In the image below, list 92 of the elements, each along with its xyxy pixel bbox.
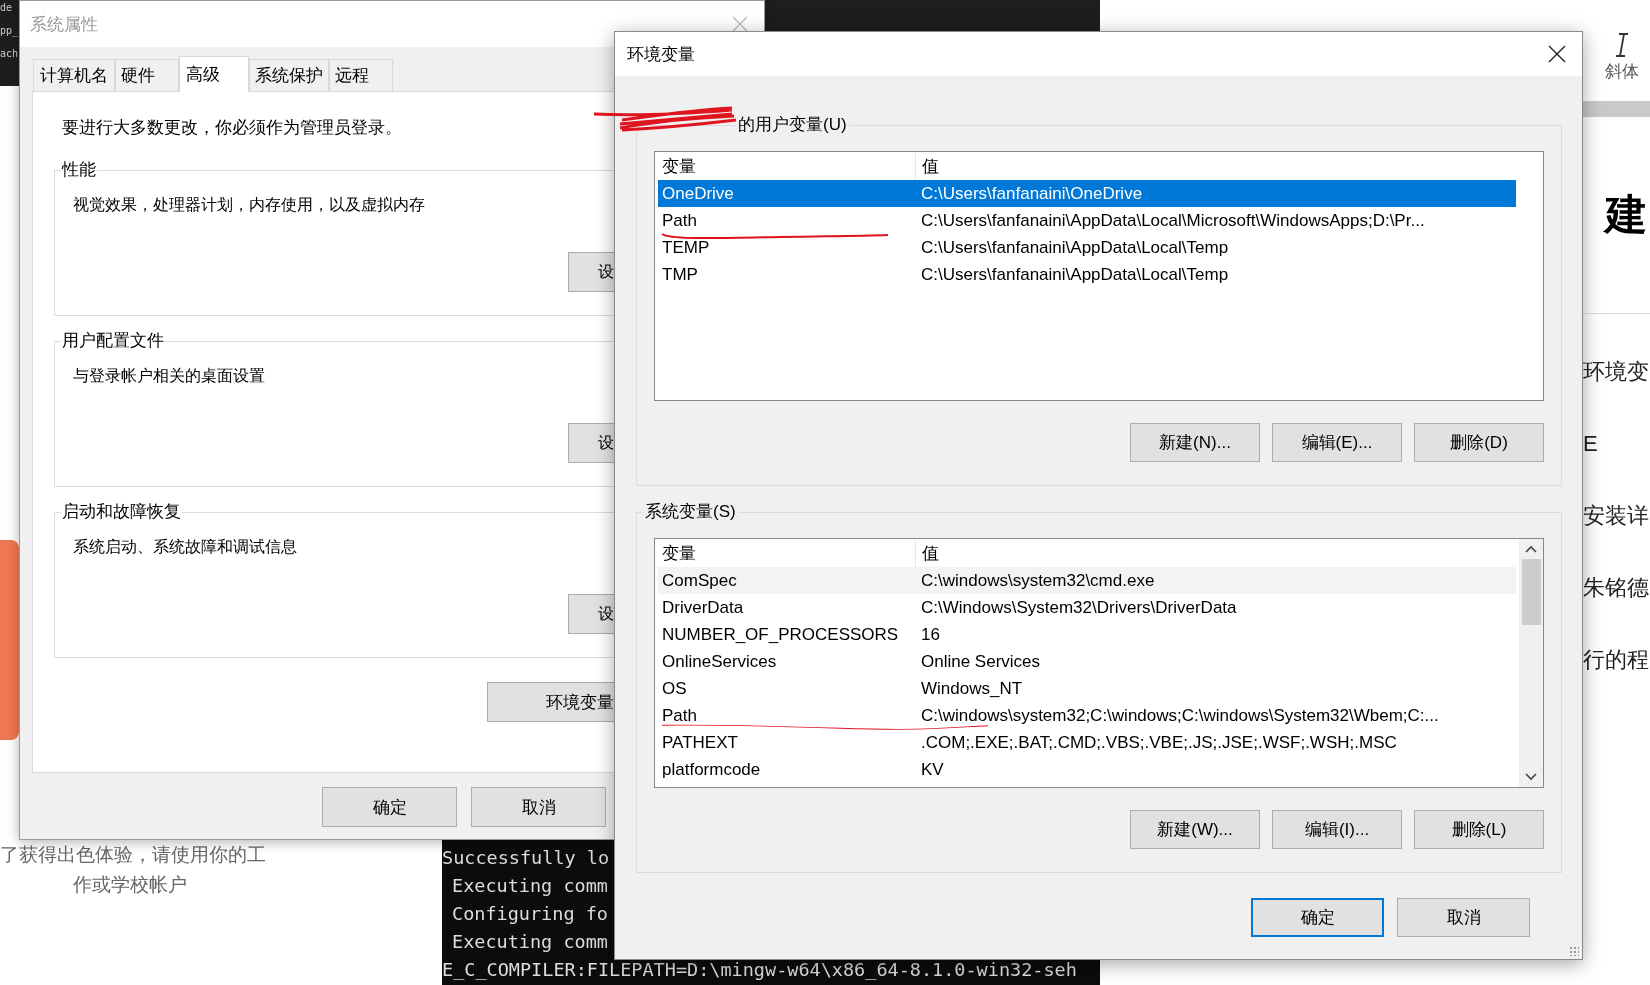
variable-name: platformcode xyxy=(661,759,762,780)
terminal-text: ach xyxy=(0,48,19,59)
variable-row[interactable]: DriverData C:\Windows\System32\Drivers\DriverData xyxy=(658,594,1516,621)
group-title: 启动和故障恢复 xyxy=(61,500,182,523)
close-icon[interactable] xyxy=(1548,45,1566,63)
variable-value: C:\Users\fanfanaini\AppData\Local\Temp xyxy=(920,264,1229,285)
notice-text: 要进行大多数更改，你必须作为管理员登录。 xyxy=(61,117,403,139)
variable-row[interactable]: PATHEXT .COM;.EXE;.BAT;.CMD;.VBS;.VBE;.JS;.JSE;.WSF;.WSH;.MSC xyxy=(658,729,1516,756)
group-title: 性能 xyxy=(61,158,97,181)
variable-name: OnlineServices xyxy=(661,651,778,672)
page-text: 作或学校帐户 xyxy=(72,873,188,897)
group-title: 的用户变量(U) xyxy=(736,113,849,136)
variable-value: Online Services xyxy=(920,651,1041,672)
variable-value: .COM;.EXE;.BAT;.CMD;.VBS;.VBE;.JS;.JSE;.WSF;.WSH;.MSC xyxy=(920,732,1397,753)
list-action-button[interactable]: 编辑(I)... xyxy=(1272,810,1402,849)
variable-row[interactable]: OnlineServices Online Services xyxy=(658,648,1516,675)
dialog-button[interactable]: 确定 xyxy=(322,787,457,827)
variable-value: C:\Users\fanfanaini\OneDrive xyxy=(920,183,1143,204)
terminal-line: Executing comm xyxy=(451,930,609,954)
variable-name: Path xyxy=(661,705,698,726)
article-text: 安装详 xyxy=(1583,502,1649,530)
column-header[interactable]: 值 xyxy=(916,155,939,178)
scroll-down-icon[interactable] xyxy=(1525,773,1537,781)
group-title: 用户配置文件 xyxy=(61,329,165,352)
list-action-button[interactable]: 新建(N)... xyxy=(1130,423,1260,462)
settings-button[interactable]: 设 xyxy=(568,594,614,634)
list-action-button[interactable]: 删除(D) xyxy=(1414,423,1544,462)
scrollbar[interactable] xyxy=(1519,539,1543,787)
tab[interactable]: 高级 xyxy=(179,56,249,92)
variable-name: ComSpec xyxy=(661,570,738,591)
variable-name: Path xyxy=(661,210,698,231)
article-text: 行的程 xyxy=(1583,646,1649,674)
terminal-line: Configuring fo xyxy=(451,902,609,926)
window-title: 环境变量 xyxy=(627,43,695,66)
tab[interactable]: 硬件 xyxy=(115,59,179,91)
dialog-button[interactable]: 取消 xyxy=(471,787,606,827)
variable-value: C:\Users\fanfanaini\AppData\Local\Microsoft\WindowsApps;D:\Pr... xyxy=(920,210,1425,231)
dialog-button[interactable]: 确定 xyxy=(1251,898,1384,937)
variable-row[interactable]: platformcode KV xyxy=(658,756,1516,783)
variable-name: TEMP xyxy=(661,237,711,258)
environment-variables-button[interactable]: 环境变量 xyxy=(487,682,614,722)
terminal-line: E_C_COMPILER:FILEPATH=D:\mingw-w64\x86_64-8.1.0-win32-seh xyxy=(442,958,1078,982)
variable-name: NUMBER_OF_PROCESSORS xyxy=(661,624,900,645)
terminal-text: pp_ xyxy=(0,25,19,36)
scroll-up-icon[interactable] xyxy=(1525,545,1537,553)
variable-row[interactable]: TMP C:\Users\fanfanaini\AppData\Local\Temp xyxy=(658,261,1516,288)
article-text: 朱铭德 xyxy=(1583,574,1649,602)
variable-row[interactable]: ComSpec C:\windows\system32\cmd.exe xyxy=(658,567,1516,594)
italic-icon xyxy=(1614,32,1630,58)
group-description: 与登录帐户相关的桌面设置 xyxy=(73,366,266,386)
variable-value: 16 xyxy=(920,624,940,645)
variable-name: OneDrive xyxy=(661,183,735,204)
variable-value: KV xyxy=(920,759,944,780)
article-text: E xyxy=(1583,430,1598,458)
italic-button[interactable]: 斜体 xyxy=(1600,32,1644,83)
resize-grip-icon[interactable] xyxy=(1569,946,1579,956)
variable-value: C:\windows\system32\cmd.exe xyxy=(920,570,1155,591)
variable-row[interactable]: Path C:\windows\system32;C:\windows;C:\windows\System32\Wbem;C:... xyxy=(658,702,1516,729)
list-action-button[interactable]: 编辑(E)... xyxy=(1272,423,1402,462)
variable-value: C:\windows\system32;C:\windows;C:\windows\System32\Wbem;C:... xyxy=(920,705,1439,726)
settings-button[interactable]: 设 xyxy=(568,423,614,463)
variable-row[interactable]: Path C:\Users\fanfanaini\AppData\Local\Microsoft\WindowsApps;D:\Pr... xyxy=(658,207,1516,234)
variable-value: C:\Users\fanfanaini\AppData\Local\Temp xyxy=(920,237,1229,258)
window-title: 系统属性 xyxy=(30,13,98,36)
list-action-button[interactable]: 新建(W)... xyxy=(1130,810,1260,849)
column-header[interactable]: 值 xyxy=(916,542,939,565)
scrollbar-thumb[interactable] xyxy=(1521,559,1541,625)
variable-name: PATHEXT xyxy=(661,732,739,753)
variable-row[interactable]: TEMP C:\Users\fanfanaini\AppData\Local\Temp xyxy=(658,234,1516,261)
page-text: 了获得出色体验，请使用你的工 xyxy=(0,843,267,867)
variable-name: OS xyxy=(661,678,688,699)
settings-button[interactable]: 设 xyxy=(568,252,614,292)
variable-row[interactable]: NUMBER_OF_PROCESSORS 16 xyxy=(658,621,1516,648)
group-description: 系统启动、系统故障和调试信息 xyxy=(73,537,298,557)
list-action-button[interactable]: 删除(L) xyxy=(1414,810,1544,849)
dialog-button[interactable]: 取消 xyxy=(1397,898,1530,937)
variable-row[interactable]: OS Windows_NT xyxy=(658,675,1516,702)
group-title: 系统变量(S) xyxy=(643,500,738,523)
variable-name: DriverData xyxy=(661,597,745,618)
variable-value: Windows_NT xyxy=(920,678,1023,699)
terminal-line: Successfully lo xyxy=(442,846,611,870)
tab[interactable]: 计算机名 xyxy=(33,59,115,91)
terminal-text: de xyxy=(0,2,14,13)
variable-value: C:\Windows\System32\Drivers\DriverData xyxy=(920,597,1237,618)
tab[interactable]: 系统保护 xyxy=(249,59,329,91)
variable-name: TMP xyxy=(661,264,699,285)
article-text: 环境变 xyxy=(1583,358,1649,386)
variable-row[interactable]: OneDrive C:\Users\fanfanaini\OneDrive xyxy=(658,180,1516,207)
article-heading: 建 xyxy=(1605,190,1647,240)
terminal-line: Executing comm xyxy=(451,874,609,898)
tab[interactable]: 远程 xyxy=(329,59,393,91)
group-description: 视觉效果，处理器计划，内存使用，以及虚拟内存 xyxy=(73,195,426,215)
